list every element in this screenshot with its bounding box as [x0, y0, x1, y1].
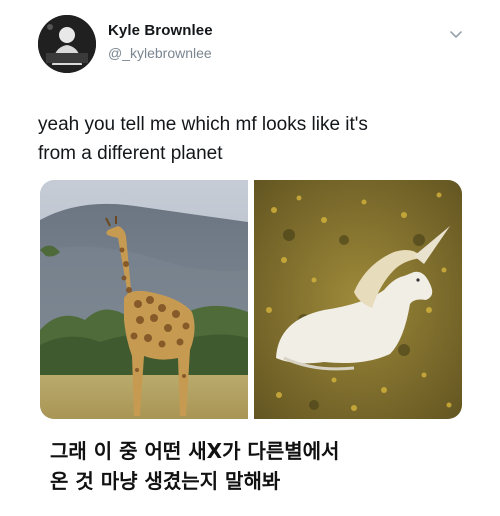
tweet-text: yeah you tell me which mf looks like it'… — [38, 110, 458, 168]
giraffe-photo[interactable] — [40, 180, 248, 419]
tweet-card: Kyle Brownlee @_kylebrownlee yeah you te… — [0, 0, 500, 516]
avatar-photo — [38, 15, 96, 73]
author-handle[interactable]: @_kylebrownlee — [108, 45, 212, 61]
chevron-down-icon[interactable] — [446, 28, 466, 42]
tweet-media[interactable] — [40, 180, 462, 419]
korean-caption: 그래 이 중 어떤 새X가 다른별에서 온 것 마냥 생겼는지 말해봐 — [50, 436, 339, 496]
tweet-text-line: yeah you tell me which mf looks like it'… — [38, 114, 368, 135]
unicorn-photo[interactable] — [254, 180, 462, 419]
caption-line: 온 것 마냥 생겼는지 말해봐 — [50, 469, 281, 493]
tweet-text-line: from a different planet — [38, 143, 223, 164]
caption-line: 그래 이 중 어떤 새X가 다른별에서 — [50, 439, 340, 463]
avatar[interactable] — [38, 15, 96, 73]
author-display-name[interactable]: Kyle Brownlee — [108, 22, 213, 39]
